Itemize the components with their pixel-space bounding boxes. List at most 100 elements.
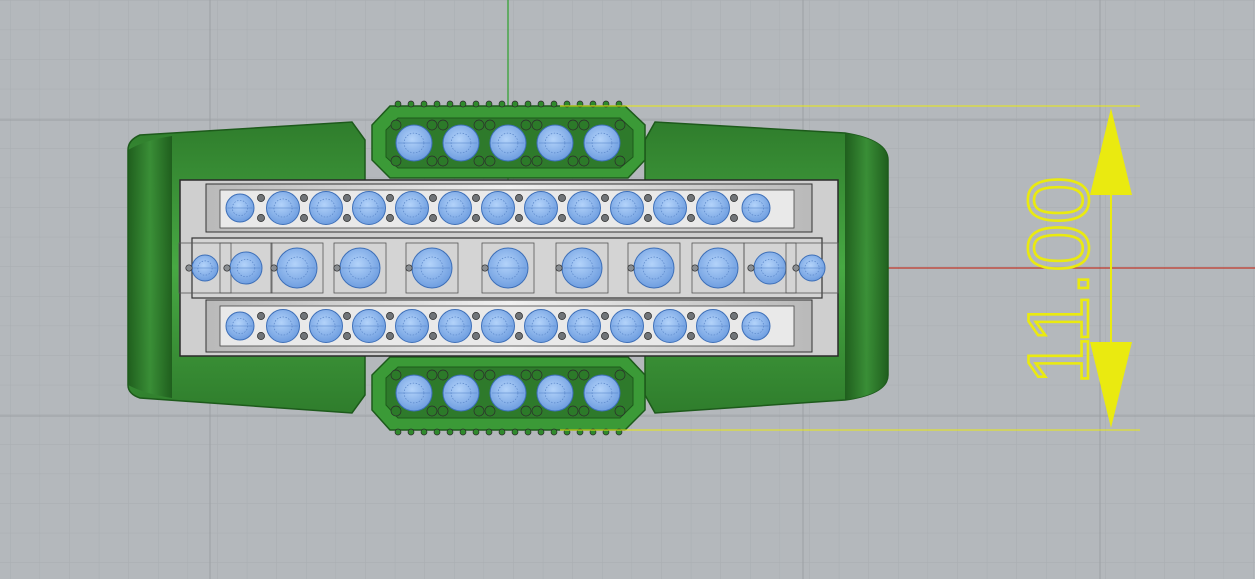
gem-prong — [429, 312, 437, 320]
gem-prong — [485, 428, 493, 436]
gem-prong — [687, 332, 695, 340]
gem-prong — [472, 332, 480, 340]
gem-prong — [550, 100, 558, 108]
gem-prong — [537, 428, 545, 436]
gem-prong — [473, 369, 485, 381]
gem-prong — [446, 100, 454, 108]
gem-prong — [394, 428, 402, 436]
gem-prong — [644, 214, 652, 222]
gem-prong — [426, 119, 438, 131]
gem-prong — [627, 264, 635, 272]
gem-prong — [420, 100, 428, 108]
gem-prong — [446, 428, 454, 436]
gem-prong — [437, 119, 449, 131]
gem-prong — [472, 194, 480, 202]
gem-prong — [792, 264, 800, 272]
gem-prong — [473, 405, 485, 417]
gem-prong — [531, 155, 543, 167]
gem-prong — [520, 369, 532, 381]
gem-prong — [578, 119, 590, 131]
gem-prong — [644, 194, 652, 202]
gem-prong — [343, 332, 351, 340]
gem-prong — [343, 214, 351, 222]
gem-prong — [405, 264, 413, 272]
gem-prong — [498, 100, 506, 108]
gem-prong — [426, 155, 438, 167]
gem-prong — [558, 332, 566, 340]
gem-prong — [429, 332, 437, 340]
gem-prong — [407, 428, 415, 436]
gem-prong — [567, 155, 579, 167]
gem-prong — [730, 214, 738, 222]
gem-prong — [390, 369, 402, 381]
gem-prong — [601, 312, 609, 320]
gem-prong — [437, 369, 449, 381]
gem-prong — [614, 369, 626, 381]
gem-prong — [185, 264, 193, 272]
gem-prong — [644, 312, 652, 320]
gem-prong — [433, 100, 441, 108]
gem-prong — [567, 119, 579, 131]
gem-prong — [459, 428, 467, 436]
gem-prong — [550, 428, 558, 436]
gem-prong — [472, 214, 480, 222]
gem-prong — [386, 194, 394, 202]
gem-prong — [531, 119, 543, 131]
gem-prong — [567, 405, 579, 417]
gem-prong — [300, 214, 308, 222]
gem-prong — [558, 312, 566, 320]
gem-prong — [687, 312, 695, 320]
gem-prong — [601, 194, 609, 202]
gem-prong — [394, 100, 402, 108]
gem-prong — [601, 332, 609, 340]
gem-prong — [426, 369, 438, 381]
gem-prong — [407, 100, 415, 108]
gem-prong — [472, 312, 480, 320]
gem-prong — [567, 369, 579, 381]
gem-prong — [333, 264, 341, 272]
gem-prong — [511, 100, 519, 108]
gem-prong — [386, 214, 394, 222]
gem-prong — [390, 155, 402, 167]
gem-prong — [515, 194, 523, 202]
gem-prong — [484, 155, 496, 167]
gem-prong — [614, 155, 626, 167]
gem-prong — [437, 405, 449, 417]
gem-prong — [578, 155, 590, 167]
gem-prong — [459, 100, 467, 108]
gem-prong — [300, 332, 308, 340]
gem-prong — [687, 194, 695, 202]
gem-prong — [578, 405, 590, 417]
gem-prong — [524, 100, 532, 108]
gem-prong — [730, 194, 738, 202]
gem-prong — [386, 312, 394, 320]
gem-prong — [524, 428, 532, 436]
gem-prong — [473, 119, 485, 131]
gem-prong — [531, 405, 543, 417]
gem-prong — [578, 369, 590, 381]
gem-prong — [537, 100, 545, 108]
gem-prong — [257, 214, 265, 222]
gem-prong — [515, 312, 523, 320]
gem-prong — [485, 100, 493, 108]
gem-prong — [433, 428, 441, 436]
gem-prong — [687, 214, 695, 222]
gem-prong — [257, 332, 265, 340]
rhino-top-viewport[interactable]: 11.00 — [0, 0, 1255, 579]
gem-prong — [515, 332, 523, 340]
gem-prong — [484, 405, 496, 417]
gem-prong — [747, 264, 755, 272]
gem-prong — [343, 194, 351, 202]
gem-prong — [614, 405, 626, 417]
gem-prong — [730, 312, 738, 320]
dimension-label: 11.00 — [1011, 176, 1107, 385]
gem-prong — [558, 214, 566, 222]
gem-prong — [429, 214, 437, 222]
gem-prong — [531, 369, 543, 381]
gem-prong — [498, 428, 506, 436]
gem-prong — [601, 214, 609, 222]
gem-prong — [520, 405, 532, 417]
gem-prong — [484, 369, 496, 381]
gem-prong — [386, 332, 394, 340]
gem-prong — [515, 214, 523, 222]
